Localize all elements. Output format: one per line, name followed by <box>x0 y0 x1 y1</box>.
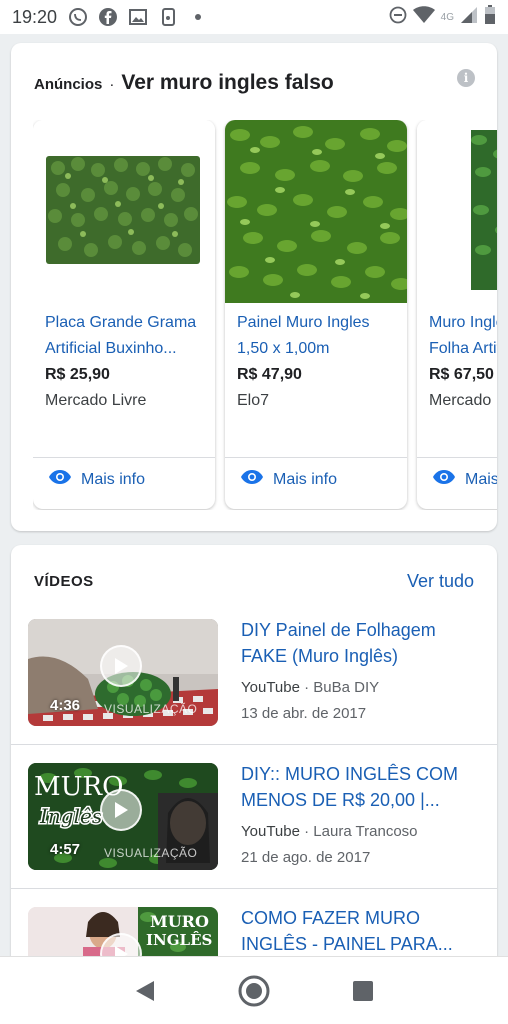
video-title[interactable]: DIY Painel de Folhagem FAKE (Muro Inglês… <box>241 617 481 669</box>
video-meta: YouTube · Laura Trancoso 21 de ago. de 2… <box>241 819 418 871</box>
product-name[interactable]: Painel Muro Ingles 1,50 x 1,00m <box>237 310 399 362</box>
more-info-button[interactable]: Mais info <box>241 470 337 489</box>
product-card[interactable]: Placa Grande Grama Artificial Buxinho...… <box>33 120 215 509</box>
more-info-label: Mais info <box>273 470 338 488</box>
play-icon <box>100 645 142 687</box>
video-meta: YouTube · BuBa DIY 13 de abr. de 2017 <box>241 675 379 727</box>
phone-cast-icon <box>157 6 179 28</box>
ads-header: Anúncios · Ver muro ingles falso <box>34 71 477 95</box>
eye-icon <box>433 470 455 489</box>
network-type: 4G <box>440 11 454 23</box>
thumbnail-overlay-text: VISUALIZAÇÃO <box>104 702 198 716</box>
product-store: Mercado Livre <box>45 392 147 409</box>
back-icon <box>135 980 154 1001</box>
product-image[interactable] <box>33 120 215 303</box>
video-item[interactable]: MURO Inglês 4:57 VISUALIZAÇÃO DIY:: MURO… <box>11 745 497 889</box>
wifi-icon <box>412 5 435 29</box>
back-button[interactable] <box>125 971 165 1011</box>
video-item[interactable]: 4:36 VISUALIZAÇÃO DIY Painel de Folhagem… <box>11 601 497 745</box>
product-carousel[interactable]: Placa Grande Grama Artificial Buxinho...… <box>33 120 497 510</box>
thumbnail-text: MURO <box>150 912 209 931</box>
videos-card: VÍDEOS Ver tudo 4:36 VISUALIZAÇÃO DIY Pa… <box>11 545 497 975</box>
battery-icon <box>484 4 496 30</box>
video-date: 13 de abr. de 2017 <box>241 705 367 722</box>
product-price: R$ 25,90 <box>45 366 110 383</box>
video-date: 21 de ago. de 2017 <box>241 849 371 866</box>
eye-icon <box>241 470 263 489</box>
video-title[interactable]: DIY:: MURO INGLÊS COM MENOS DE R$ 20,00 … <box>241 761 481 813</box>
play-icon <box>100 789 142 831</box>
more-info-label: Mais <box>465 470 497 488</box>
more-info-button[interactable]: Mais info <box>49 470 145 489</box>
product-image[interactable] <box>417 120 497 303</box>
product-store: Elo7 <box>237 392 270 409</box>
whatsapp-icon <box>67 6 89 28</box>
video-channel: Laura Trancoso <box>313 823 418 840</box>
recents-icon <box>353 980 374 1001</box>
facebook-icon <box>97 6 119 28</box>
divider <box>33 457 215 458</box>
home-icon <box>238 975 270 1006</box>
product-name[interactable]: Muro Inglês Folha Artif <box>429 310 497 362</box>
see-all-link[interactable]: Ver tudo <box>407 571 474 592</box>
system-nav-bar <box>0 956 508 1024</box>
dnd-icon <box>389 6 407 29</box>
ads-separator: · <box>109 76 115 93</box>
product-card[interactable]: Painel Muro Ingles 1,50 x 1,00m R$ 47,90… <box>225 120 407 509</box>
recents-button[interactable] <box>343 971 383 1011</box>
gallery-icon <box>127 6 149 28</box>
divider <box>225 457 407 458</box>
video-title[interactable]: COMO FAZER MURO INGLÊS - PAINEL PARA... <box>241 905 481 957</box>
product-price: R$ 47,90 <box>237 366 302 383</box>
product-price: R$ 67,50 <box>429 366 494 383</box>
video-thumbnail[interactable]: 4:36 VISUALIZAÇÃO <box>28 619 218 726</box>
thumbnail-overlay-text: VISUALIZAÇÃO <box>104 846 198 860</box>
product-card[interactable]: Muro Inglês Folha Artif R$ 67,50 Mercado… <box>417 120 497 509</box>
thumbnail-text: INGLÊS <box>146 931 212 949</box>
eye-icon <box>49 470 71 489</box>
thumbnail-text: Inglês <box>39 804 102 828</box>
product-image[interactable] <box>225 120 407 303</box>
dot-icon <box>187 6 209 28</box>
videos-title: VÍDEOS <box>34 573 94 590</box>
status-time: 19:20 <box>12 6 58 27</box>
info-icon[interactable]: i <box>457 69 475 87</box>
video-duration: 4:36 <box>50 697 81 714</box>
more-info-button[interactable]: Mais <box>433 470 497 489</box>
product-store: Mercado L <box>429 392 497 409</box>
more-info-label: Mais info <box>81 470 146 488</box>
videos-header: VÍDEOS Ver tudo <box>34 571 474 592</box>
status-right-group: 4G <box>389 4 496 30</box>
signal-icon <box>460 6 478 29</box>
video-source: YouTube <box>241 679 300 696</box>
video-source: YouTube <box>241 823 300 840</box>
video-thumbnail[interactable]: MURO Inglês 4:57 VISUALIZAÇÃO <box>28 763 218 870</box>
home-button[interactable] <box>234 971 274 1011</box>
video-channel: BuBa DIY <box>313 679 380 696</box>
video-duration: 4:57 <box>50 841 81 858</box>
ads-label: Anúncios <box>34 76 103 93</box>
ads-card: Anúncios · Ver muro ingles falso i Placa… <box>11 43 497 531</box>
status-bar: 19:20 4G <box>0 0 508 34</box>
product-name[interactable]: Placa Grande Grama Artificial Buxinho... <box>45 310 207 362</box>
divider <box>417 457 497 458</box>
ads-title: Ver muro ingles falso <box>121 71 334 94</box>
